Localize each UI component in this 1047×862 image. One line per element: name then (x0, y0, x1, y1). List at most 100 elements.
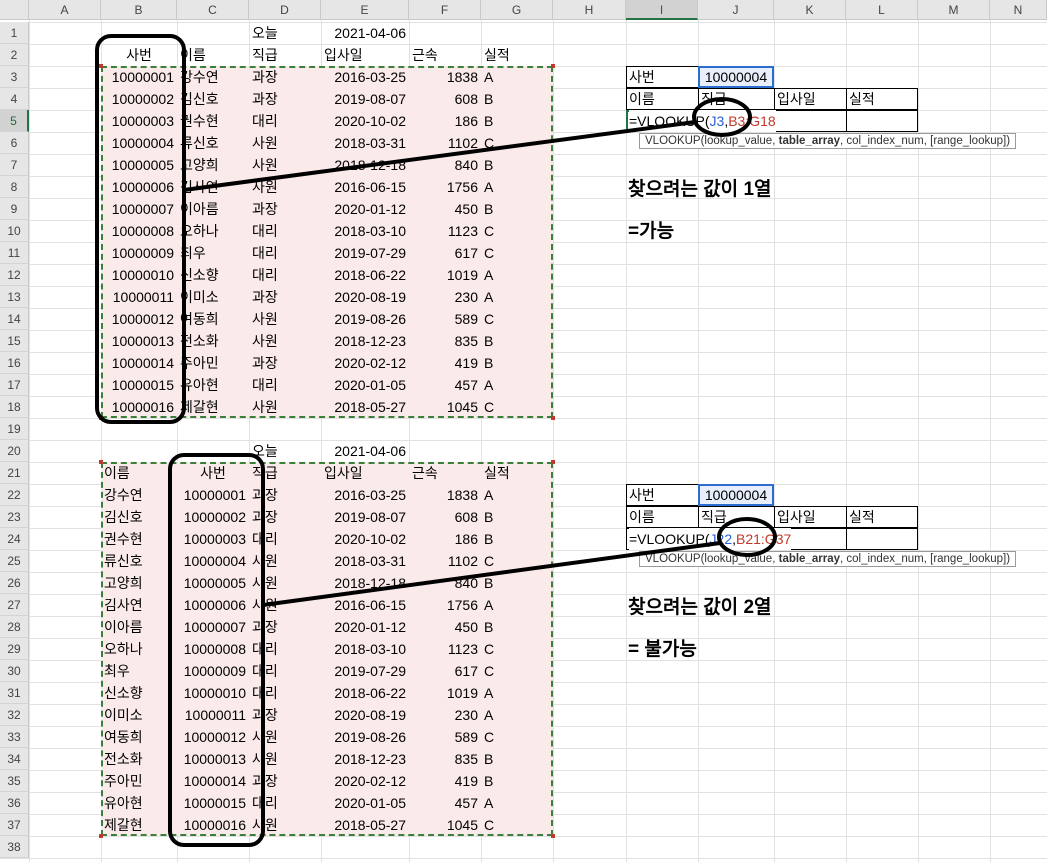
tooltip-signature[interactable]: VLOOKUP(lookup_value, (645, 135, 779, 147)
row-header-5[interactable]: 5 (0, 110, 29, 132)
row-header-23[interactable]: 23 (0, 506, 29, 528)
lookup2-field-label[interactable]: 실적 (846, 506, 918, 528)
today-label[interactable]: 오늘 (249, 440, 321, 462)
column-header-f[interactable]: F (409, 0, 481, 20)
gridline-horizontal (0, 440, 1047, 441)
row-header-4[interactable]: 4 (0, 88, 29, 110)
row-header-28[interactable]: 28 (0, 616, 29, 638)
lookup2-key-value[interactable]: 10000004 (698, 484, 774, 506)
lookup2-field-label[interactable]: 이름 (626, 506, 698, 528)
gridline-horizontal (0, 836, 1047, 837)
spreadsheet[interactable]: A B C D E F G H I J K L M N 1 2 3 4 5 6 7 8 9 10 11 12 13 14 15 16 17 1… (0, 0, 1047, 862)
table1-header-cell[interactable]: 입사일 (321, 44, 409, 66)
row-header-31[interactable]: 31 (0, 682, 29, 704)
lookup2-key-label[interactable]: 사번 (626, 484, 698, 506)
column-header-m[interactable]: M (918, 0, 990, 20)
row-header-32[interactable]: 32 (0, 704, 29, 726)
today-label[interactable]: 오늘 (249, 22, 321, 44)
row-header-7[interactable]: 7 (0, 154, 29, 176)
row-header-33[interactable]: 33 (0, 726, 29, 748)
column-header-a[interactable]: A (29, 0, 101, 20)
column-header-e[interactable]: E (321, 0, 409, 20)
range-handle[interactable] (551, 64, 555, 68)
row-header-10[interactable]: 10 (0, 220, 29, 242)
row-header-17[interactable]: 17 (0, 374, 29, 396)
row-header-30[interactable]: 30 (0, 660, 29, 682)
column-header-b[interactable]: B (101, 0, 177, 20)
row-header-22[interactable]: 22 (0, 484, 29, 506)
row-header-37[interactable]: 37 (0, 814, 29, 836)
row-header-6[interactable]: 6 (0, 132, 29, 154)
range-handle[interactable] (99, 460, 103, 464)
today-date[interactable]: 2021-04-06 (321, 22, 409, 44)
range-handle[interactable] (99, 834, 103, 838)
gridline-vertical (990, 0, 991, 862)
row-header-27[interactable]: 27 (0, 594, 29, 616)
select-all-corner[interactable] (0, 0, 29, 20)
table1-header-cell[interactable]: 이름 (177, 44, 249, 66)
column-header-n[interactable]: N (990, 0, 1047, 20)
lookup1-note-line1: 찾으려는 값이 1열 (628, 179, 772, 200)
tooltip-signature[interactable]: VLOOKUP(lookup_value, (645, 553, 779, 565)
table1-header-cell[interactable]: 실적 (481, 44, 553, 66)
row-header-9[interactable]: 9 (0, 198, 29, 220)
formula-ref-range: B21:G37 (736, 531, 792, 547)
table1-header-cell[interactable]: 직급 (249, 44, 321, 66)
row-header-24[interactable]: 24 (0, 528, 29, 550)
lookup1-formula[interactable]: =VLOOKUP(J3,B3:G18 (629, 110, 776, 132)
lookup1-key-value[interactable]: 10000004 (698, 66, 774, 88)
lookup2-field-label[interactable]: 직급 (698, 506, 774, 528)
range-handle[interactable] (99, 64, 103, 68)
lookup1-key-label[interactable]: 사번 (626, 66, 698, 88)
column-header-j[interactable]: J (698, 0, 774, 20)
row-header-14[interactable]: 14 (0, 308, 29, 330)
column-header-h[interactable]: H (553, 0, 626, 20)
lookup1-field-label[interactable]: 직급 (698, 88, 774, 110)
row-header-15[interactable]: 15 (0, 330, 29, 352)
row-header-13[interactable]: 13 (0, 286, 29, 308)
row-header-19[interactable]: 19 (0, 418, 29, 440)
lookup2-formula[interactable]: =VLOOKUP(J22,B21:G37 (629, 528, 792, 550)
lookup1-field-label[interactable]: 이름 (626, 88, 698, 110)
range-handle[interactable] (551, 460, 555, 464)
row-header-2[interactable]: 2 (0, 44, 29, 66)
row-header-16[interactable]: 16 (0, 352, 29, 374)
range-handle[interactable] (551, 834, 555, 838)
row-header-25[interactable]: 25 (0, 550, 29, 572)
column-header-c[interactable]: C (177, 0, 249, 20)
row-header-29[interactable]: 29 (0, 638, 29, 660)
row-header-38[interactable]: 38 (0, 836, 29, 858)
row-header-26[interactable]: 26 (0, 572, 29, 594)
gridline-vertical (553, 0, 554, 862)
row-header-1[interactable]: 1 (0, 22, 29, 44)
lookup2-field-label[interactable]: 입사일 (774, 506, 846, 528)
column-header-i[interactable]: I (626, 0, 698, 20)
today-date[interactable]: 2021-04-06 (321, 440, 409, 462)
column-header-l[interactable]: L (846, 0, 918, 20)
formula-function: =VLOOKUP( (629, 113, 710, 129)
row-header-36[interactable]: 36 (0, 792, 29, 814)
row-header-20[interactable]: 20 (0, 440, 29, 462)
lookup1-field-label[interactable]: 입사일 (774, 88, 846, 110)
row-header-35[interactable]: 35 (0, 770, 29, 792)
row-header-18[interactable]: 18 (0, 396, 29, 418)
column-header-d[interactable]: D (249, 0, 321, 20)
column-header-k[interactable]: K (774, 0, 846, 20)
lookup1-field-label[interactable]: 실적 (846, 88, 918, 110)
tooltip-current-arg: table_array (778, 135, 840, 147)
range-handle[interactable] (551, 416, 555, 420)
row-header-3[interactable]: 3 (0, 66, 29, 88)
column-header-g[interactable]: G (481, 0, 553, 20)
lookup1-function-tooltip: VLOOKUP(lookup_value, table_array, col_i… (639, 133, 1017, 149)
row-header-21[interactable]: 21 (0, 462, 29, 484)
table1-header-cell[interactable]: 사번 (101, 44, 177, 66)
row-header-34[interactable]: 34 (0, 748, 29, 770)
gridline-horizontal (0, 858, 1047, 859)
tooltip-rest: , col_index_num, [range_lookup]) (839, 135, 1011, 147)
range-handle[interactable] (99, 416, 103, 420)
row-header-8[interactable]: 8 (0, 176, 29, 198)
row-header-11[interactable]: 11 (0, 242, 29, 264)
row-header-12[interactable]: 12 (0, 264, 29, 286)
lookup2-note-line1: 찾으려는 값이 2열 (628, 597, 772, 618)
table1-header-cell[interactable]: 근속 (409, 44, 481, 66)
